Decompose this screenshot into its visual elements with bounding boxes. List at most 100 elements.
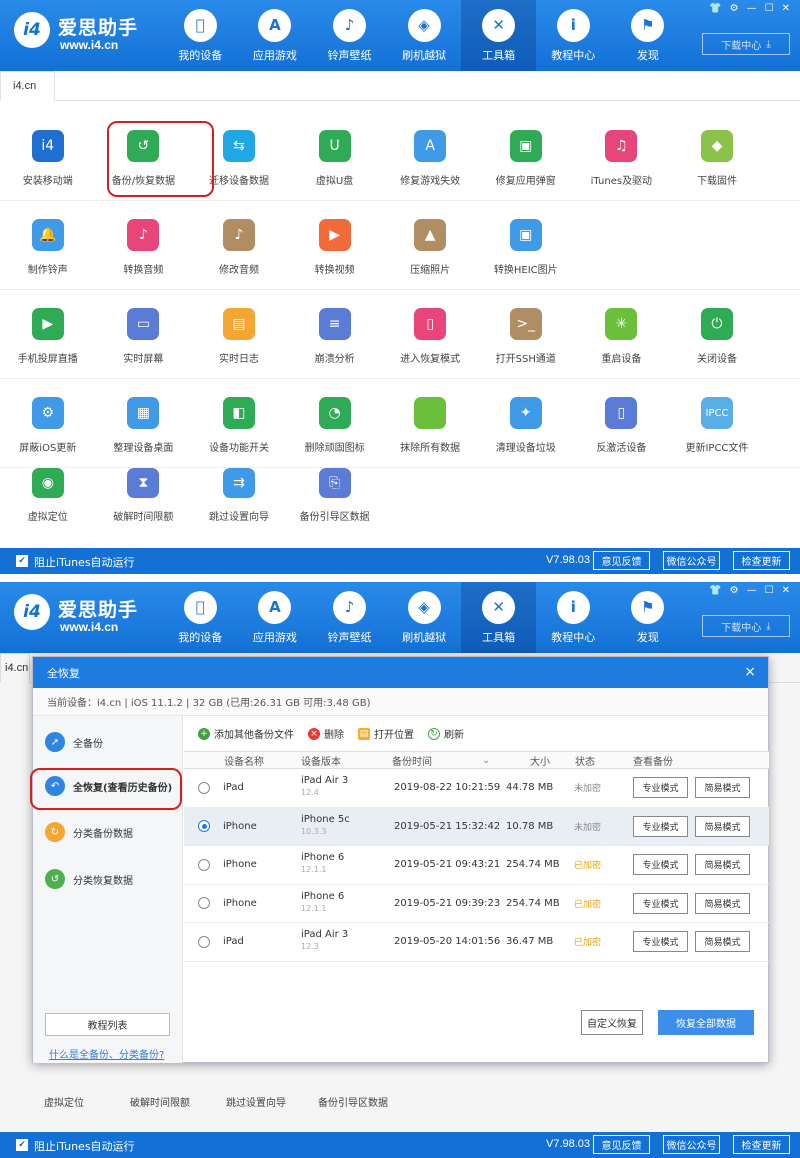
refresh-button[interactable]: ↻ 刷新 xyxy=(428,726,464,741)
nav-ringtones[interactable]: ♪ 铃声壁纸 xyxy=(312,582,387,653)
shirt-icon[interactable]: 👕 xyxy=(709,585,721,596)
tool-compress-photo[interactable]: ▲ 压缩照片 xyxy=(382,201,478,289)
tool-install-mobile[interactable]: i4 安装移动端 xyxy=(0,112,96,200)
simple-mode-button[interactable]: 简易模式 xyxy=(695,892,750,914)
nav-toolbox[interactable]: ✕ 工具箱 xyxy=(461,582,536,653)
maximize-icon[interactable]: ☐ xyxy=(765,585,774,596)
table-row[interactable]: iPad iPad Air 3 12.3 2019-05-20 14:01:56 36.… xyxy=(184,923,769,962)
sidebar-category-backup[interactable]: ↻ 分类备份数据 xyxy=(45,822,133,842)
backup-radio[interactable] xyxy=(198,897,210,910)
tool-convert-video[interactable]: ▶ 转换视频 xyxy=(287,201,383,289)
minimize-icon[interactable]: — xyxy=(747,3,757,14)
tool-realtime-log[interactable]: ▤ 实时日志 xyxy=(191,290,287,378)
nav-tutorials[interactable]: i 教程中心 xyxy=(536,0,611,71)
wechat-button[interactable]: 微信公众号 xyxy=(663,1135,720,1154)
pro-mode-button[interactable]: 专业模式 xyxy=(633,892,688,914)
maximize-icon[interactable]: ☐ xyxy=(765,3,774,14)
close-icon[interactable]: ✕ xyxy=(782,3,790,14)
feedback-button[interactable]: 意见反馈 xyxy=(593,1135,650,1154)
block-itunes-checkbox[interactable]: ✔ xyxy=(16,1139,28,1151)
pro-mode-button[interactable]: 专业模式 xyxy=(633,777,688,799)
nav-flash[interactable]: ◈ 刷机越狱 xyxy=(387,582,462,653)
tool-fix-game[interactable]: A 修复游戏失效 xyxy=(382,112,478,200)
tool-convert-audio[interactable]: ♪ 转换音频 xyxy=(96,201,192,289)
tool-crack-time-limit[interactable]: ⧗ 破解时间限额 xyxy=(96,450,192,523)
simple-mode-button[interactable]: 简易模式 xyxy=(695,854,750,876)
nav-discover[interactable]: ⚑ 发现 xyxy=(611,0,686,71)
sidebar-full-backup[interactable]: ➚ 全备份 xyxy=(45,732,103,752)
wechat-button[interactable]: 微信公众号 xyxy=(663,551,720,570)
tool-make-ringtone[interactable]: 🔔 制作铃声 xyxy=(0,201,96,289)
tool-erase-all[interactable]: 抹除所有数据 xyxy=(382,379,478,467)
custom-restore-button[interactable]: 自定义恢复 xyxy=(581,1010,643,1035)
sort-chevron-icon[interactable]: ⌄ xyxy=(482,755,490,766)
tool-clean-junk[interactable]: ✦ 清理设备垃圾 xyxy=(478,379,574,467)
nav-my-device[interactable]:  我的设备 xyxy=(163,582,238,653)
gear-icon[interactable]: ⚙ xyxy=(730,585,739,596)
nav-my-device[interactable]:  我的设备 xyxy=(163,0,238,71)
tool-label[interactable]: 跳过设置向导 xyxy=(226,1094,286,1109)
tool-label[interactable]: 虚拟定位 xyxy=(44,1094,84,1109)
tool-convert-heic[interactable]: ▣ 转换HEIC图片 xyxy=(478,201,574,289)
tool-ssh-channel[interactable]: >_ 打开SSH通道 xyxy=(478,290,574,378)
tool-recovery-mode[interactable]: ▯ 进入恢复模式 xyxy=(382,290,478,378)
tool-realtime-screen[interactable]: ▭ 实时屏幕 xyxy=(96,290,192,378)
tool-crash-analysis[interactable]: ≡ 崩溃分析 xyxy=(287,290,383,378)
open-location-button[interactable]: ▤ 打开位置 xyxy=(358,726,414,741)
tutorial-list-button[interactable]: 教程列表 xyxy=(45,1013,170,1036)
check-update-button[interactable]: 检查更新 xyxy=(733,551,790,570)
table-row[interactable]: iPhone iPhone 6 12.1.1 2019-05-21 09:43:21 2… xyxy=(184,846,769,885)
backup-radio[interactable] xyxy=(198,781,210,794)
shirt-icon[interactable]: 👕 xyxy=(709,3,721,14)
download-center-button[interactable]: 下载中心 ⤓ xyxy=(702,615,790,637)
help-link[interactable]: 什么是全备份、分类备份? xyxy=(49,1046,164,1061)
simple-mode-button[interactable]: 简易模式 xyxy=(695,815,750,837)
check-update-button[interactable]: 检查更新 xyxy=(733,1135,790,1154)
tool-label[interactable]: 破解时间限额 xyxy=(130,1094,190,1109)
tool-label[interactable]: 备份引导区数据 xyxy=(318,1094,388,1109)
nav-ringtones[interactable]: ♪ 铃声壁纸 xyxy=(312,0,387,71)
tool-screen-cast[interactable]: ▶ 手机投屏直播 xyxy=(0,290,96,378)
tool-backup-boot[interactable]: ⎘ 备份引导区数据 xyxy=(287,450,383,523)
col-view[interactable]: 查看备份 xyxy=(633,753,673,768)
feedback-button[interactable]: 意见反馈 xyxy=(593,551,650,570)
pro-mode-button[interactable]: 专业模式 xyxy=(633,931,688,953)
col-size[interactable]: 大小 xyxy=(530,753,550,768)
backup-radio[interactable] xyxy=(198,820,210,833)
pro-mode-button[interactable]: 专业模式 xyxy=(633,854,688,876)
tool-restart-device[interactable]: ✳ 重启设备 xyxy=(574,290,670,378)
tool-virtual-udisk[interactable]: U 虚拟U盘 xyxy=(287,112,383,200)
nav-tutorials[interactable]: i 教程中心 xyxy=(536,582,611,653)
col-device-name[interactable]: 设备名称 xyxy=(224,753,264,768)
table-row[interactable]: iPhone iPhone 6 12.1.1 2019-05-21 09:39:23 2… xyxy=(184,885,769,923)
tool-shutdown-device[interactable]: ⏻ 关闭设备 xyxy=(669,290,765,378)
table-row[interactable]: iPhone iPhone 5c 10.3.3 2019-05-21 15:32:42… xyxy=(184,807,769,846)
tool-update-ipcc[interactable]: IPCC 更新IPCC文件 xyxy=(669,379,765,467)
tool-download-firmware[interactable]: ◆ 下载固件 xyxy=(669,112,765,200)
tool-virtual-location[interactable]: ◉ 虚拟定位 xyxy=(0,450,96,523)
restore-all-button[interactable]: 恢复全部数据 xyxy=(658,1010,754,1035)
tool-deactivate-device[interactable]: ▯ 反激活设备 xyxy=(574,379,670,467)
gear-icon[interactable]: ⚙ xyxy=(730,3,739,14)
nav-discover[interactable]: ⚑ 发现 xyxy=(611,582,686,653)
delete-button[interactable]: × 删除 xyxy=(308,726,344,741)
block-itunes-checkbox[interactable]: ✔ xyxy=(16,555,28,567)
tool-fix-popup[interactable]: ▣ 修复应用弹窗 xyxy=(478,112,574,200)
col-time[interactable]: 备份时间 xyxy=(392,753,432,768)
tool-itunes-driver[interactable]: ♫ iTunes及驱动 xyxy=(574,112,670,200)
col-version[interactable]: 设备版本 xyxy=(301,753,341,768)
download-center-button[interactable]: 下载中心 ⤓ xyxy=(702,33,790,55)
simple-mode-button[interactable]: 简易模式 xyxy=(695,931,750,953)
close-icon[interactable]: ✕ xyxy=(782,585,790,596)
tab-i4cn[interactable]: i4.cn xyxy=(0,71,55,101)
nav-toolbox[interactable]: ✕ 工具箱 xyxy=(461,0,536,71)
minimize-icon[interactable]: — xyxy=(747,585,757,596)
add-backup-button[interactable]: + 添加其他备份文件 xyxy=(198,726,294,741)
simple-mode-button[interactable]: 简易模式 xyxy=(695,777,750,799)
sidebar-category-restore[interactable]: ↺ 分类恢复数据 xyxy=(45,869,133,889)
backup-radio[interactable] xyxy=(198,935,210,948)
nav-flash[interactable]: ◈ 刷机越狱 xyxy=(387,0,462,71)
table-row[interactable]: iPad iPad Air 3 12.4 2019-08-22 10:21:59 44.… xyxy=(184,769,769,808)
pro-mode-button[interactable]: 专业模式 xyxy=(633,815,688,837)
tool-edit-audio[interactable]: ♪ 修改音频 xyxy=(191,201,287,289)
